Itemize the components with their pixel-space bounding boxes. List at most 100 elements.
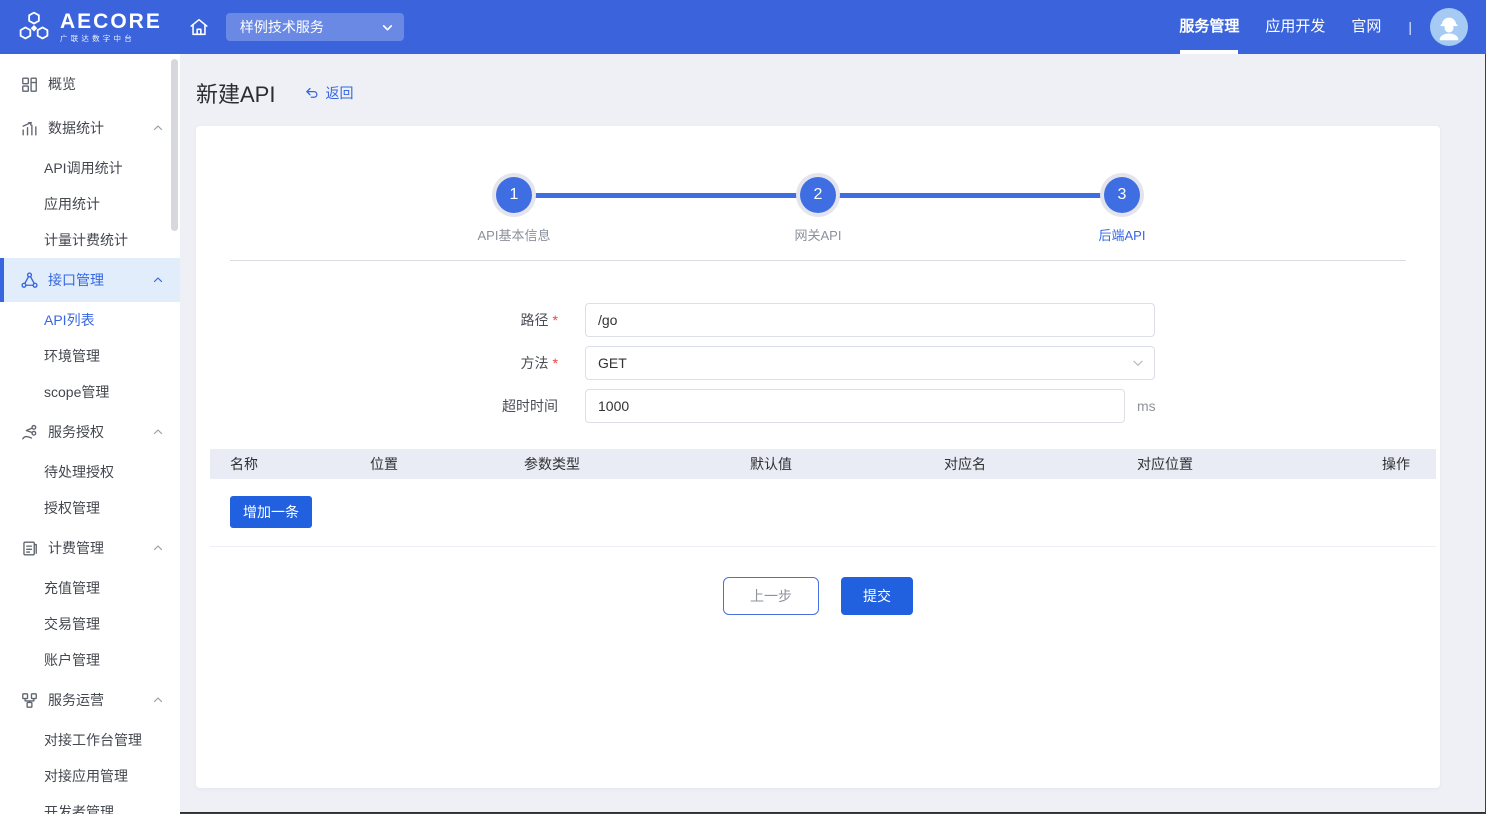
sidebar-item-5[interactable]: 接口管理 [0, 258, 180, 302]
sidebar-item-15[interactable]: 账户管理 [0, 642, 180, 678]
stepper-divider [230, 260, 1406, 261]
sidebar-item-10[interactable]: 待处理授权 [0, 454, 180, 490]
sidebar-item-4[interactable]: 计量计费统计 [0, 222, 180, 258]
sidebar-item-17[interactable]: 对接工作台管理 [0, 722, 180, 758]
nav-divider: | [1394, 19, 1422, 35]
billing-icon [20, 539, 39, 558]
sidebar-item-3[interactable]: 应用统计 [0, 186, 180, 222]
sidebar-item-12[interactable]: 计费管理 [0, 526, 180, 570]
form-row-1: 方法* [196, 346, 1440, 380]
sidebar-item-label: 对接应用管理 [44, 766, 128, 786]
sidebar-item-label: 服务运营 [48, 690, 104, 710]
add-row-button[interactable]: 增加一条 [230, 496, 312, 528]
required-asterisk: * [553, 312, 558, 328]
chart-icon [20, 119, 39, 138]
overview-icon [20, 75, 39, 94]
sidebar-item-label: 交易管理 [44, 614, 100, 634]
brand-subtitle: 广联达数字中台 [60, 35, 162, 43]
timeout-input-wrap [585, 389, 1125, 423]
chevron-up-icon[interactable] [152, 426, 164, 438]
sidebar-item-label: 接口管理 [48, 270, 104, 290]
sidebar-item-label: API调用统计 [44, 158, 123, 178]
back-button[interactable]: 返回 [305, 83, 353, 103]
nav-item-0[interactable]: 服务管理 [1166, 0, 1252, 54]
sidebar-item-label: 充值管理 [44, 578, 100, 598]
chevron-up-icon[interactable] [152, 542, 164, 554]
submit-button[interactable]: 提交 [841, 577, 913, 615]
sidebar-item-18[interactable]: 对接应用管理 [0, 758, 180, 794]
main-content: 新建API 返回 1API基本信息2网关API3后端API 路径*方法*超时时间… [180, 54, 1486, 814]
sidebar-item-2[interactable]: API调用统计 [0, 150, 180, 186]
column-header-3: 默认值 [748, 454, 942, 474]
sidebar-item-label: 应用统计 [44, 194, 100, 214]
user-avatar[interactable] [1430, 8, 1468, 46]
sidebar-item-7[interactable]: 环境管理 [0, 338, 180, 374]
params-table-header: 名称位置参数类型默认值对应名对应位置操作 [210, 449, 1436, 479]
text-input[interactable] [585, 389, 1125, 423]
sidebar-item-0[interactable]: 概览 [0, 62, 180, 106]
form-row-2: 超时时间ms [196, 389, 1440, 423]
aecore-cube-icon [16, 9, 52, 45]
sidebar-item-label: 开发者管理 [44, 802, 114, 814]
sidebar-item-label: 账户管理 [44, 650, 100, 670]
step-number: 2 [800, 177, 836, 213]
sidebar-item-11[interactable]: 授权管理 [0, 490, 180, 526]
sidebar-item-16[interactable]: 服务运营 [0, 678, 180, 722]
prev-step-button[interactable]: 上一步 [723, 577, 819, 615]
page-title: 新建API [196, 77, 275, 109]
brand-logo: AECORE 广联达数字中台 [16, 9, 162, 45]
sidebar-item-label: 环境管理 [44, 346, 100, 366]
top-header: AECORE 广联达数字中台 样例技术服务 服务管理应用开发官网 | [0, 0, 1486, 54]
sidebar-item-13[interactable]: 充值管理 [0, 570, 180, 606]
sidebar-item-14[interactable]: 交易管理 [0, 606, 180, 642]
wizard-card: 1API基本信息2网关API3后端API 路径*方法*超时时间ms 名称位置参数… [196, 126, 1440, 788]
step-label: 后端API [1099, 225, 1146, 244]
worker-helmet-icon [1434, 14, 1464, 44]
path-input-wrap [585, 303, 1155, 337]
sidebar-item-label: 计费管理 [48, 538, 104, 558]
chevron-down-icon [381, 21, 394, 34]
column-header-1: 位置 [368, 454, 522, 474]
chevron-up-icon[interactable] [152, 694, 164, 706]
chevron-up-icon[interactable] [152, 122, 164, 134]
step-connector [531, 193, 801, 198]
authorize-icon [20, 423, 39, 442]
backend-api-form: 路径* 方法* 超时时间ms [196, 303, 1440, 423]
step-number: 3 [1104, 177, 1140, 213]
sidebar-item-1[interactable]: 数据统计 [0, 106, 180, 150]
sidebar-item-label: scope管理 [44, 382, 109, 402]
workspace-select[interactable]: 样例技术服务 [226, 13, 404, 41]
back-label: 返回 [325, 83, 353, 103]
column-header-0: 名称 [210, 454, 368, 474]
chevron-up-icon[interactable] [152, 274, 164, 286]
sidebar-item-9[interactable]: 服务授权 [0, 410, 180, 454]
step-connector [835, 193, 1105, 198]
form-row-0: 路径* [196, 303, 1440, 337]
nav-item-1[interactable]: 应用开发 [1252, 0, 1338, 54]
interface-icon [20, 271, 39, 290]
sidebar-item-label: 授权管理 [44, 498, 100, 518]
sidebar-item-label: 待处理授权 [44, 462, 114, 482]
sidebar-item-6[interactable]: API列表 [0, 302, 180, 338]
sidebar-item-label: API列表 [44, 310, 95, 330]
text-input[interactable] [585, 303, 1155, 337]
select-value-input[interactable] [585, 346, 1155, 380]
column-header-6: 操作 [1365, 454, 1436, 474]
home-icon[interactable] [186, 14, 212, 40]
field-label: 方法* [196, 353, 558, 373]
field-label: 路径* [196, 310, 558, 330]
step-label: 网关API [795, 225, 842, 244]
sidebar-item-label: 对接工作台管理 [44, 730, 142, 750]
brand-title: AECORE [60, 11, 162, 32]
nav-item-2[interactable]: 官网 [1338, 0, 1394, 54]
method-select [585, 346, 1155, 380]
sidebar-item-8[interactable]: scope管理 [0, 374, 180, 410]
column-header-5: 对应位置 [1135, 454, 1365, 474]
top-nav: 服务管理应用开发官网 [1166, 0, 1394, 54]
column-header-4: 对应名 [942, 454, 1135, 474]
sidebar-item-19[interactable]: 开发者管理 [0, 794, 180, 814]
params-table-body: 增加一条 [210, 479, 1436, 547]
app-window: AECORE 广联达数字中台 样例技术服务 服务管理应用开发官网 | [0, 0, 1486, 814]
step-3: 3后端API [1104, 177, 1140, 213]
sidebar-item-label: 服务授权 [48, 422, 104, 442]
